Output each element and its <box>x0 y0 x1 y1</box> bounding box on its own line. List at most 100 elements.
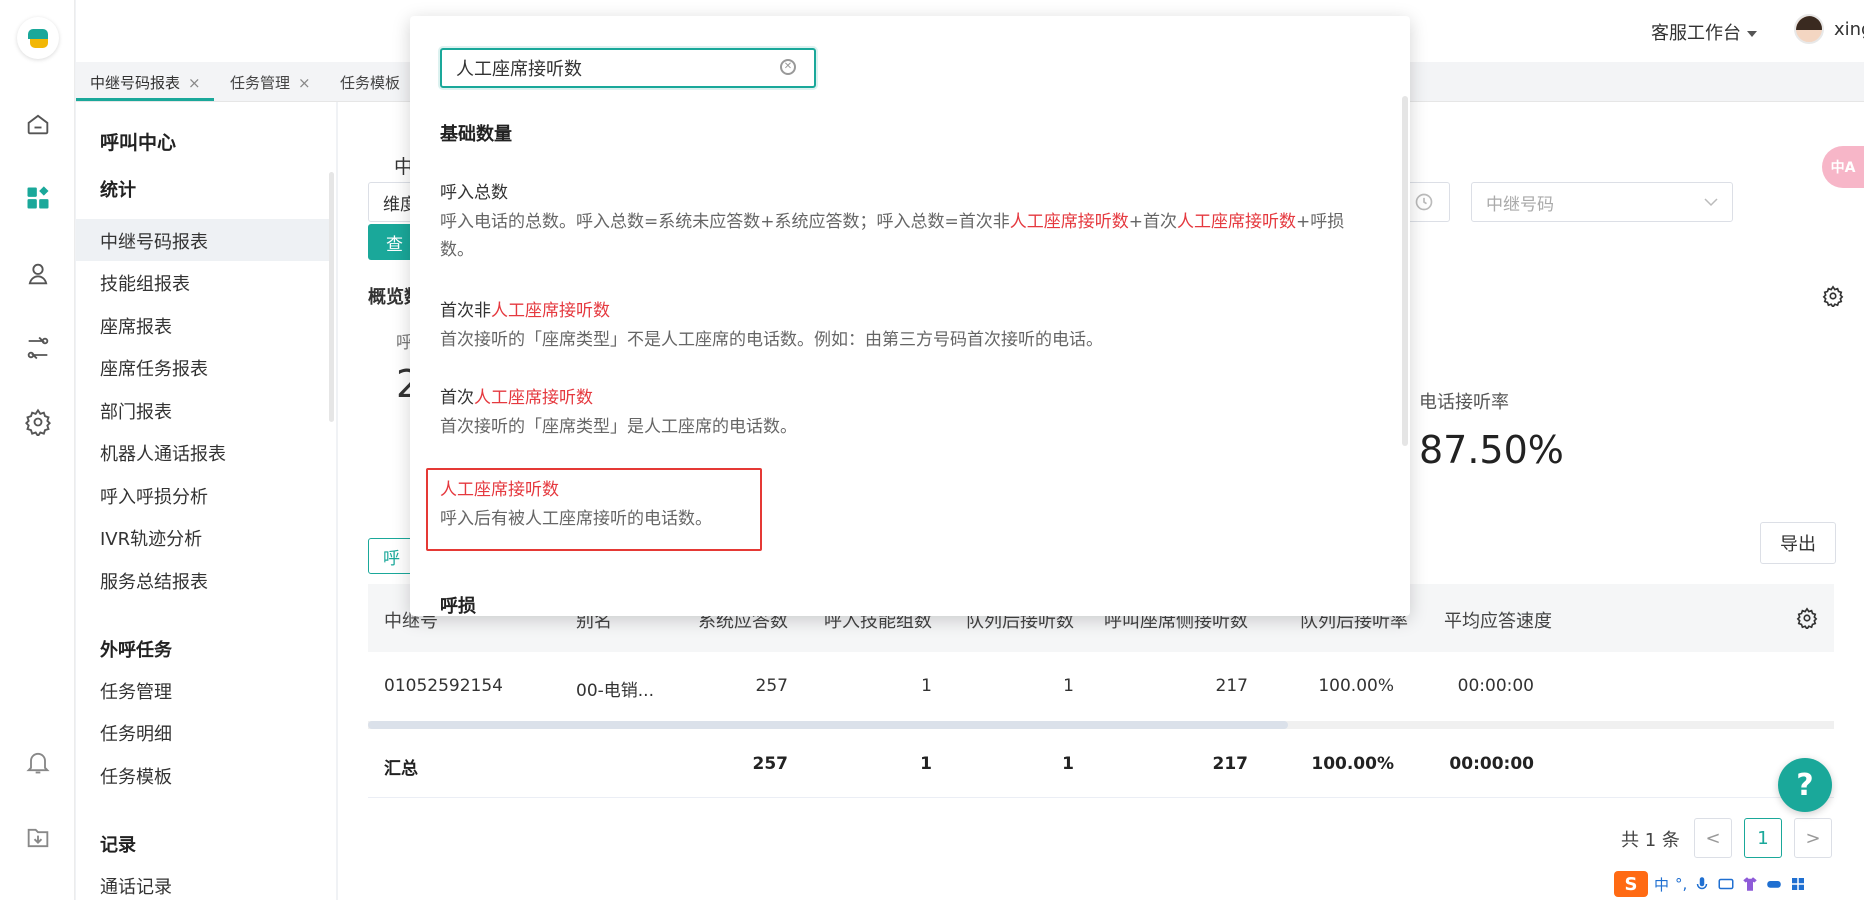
ime-punctuation[interactable]: °, <box>1675 875 1687 893</box>
summary-cell: 217 <box>1212 754 1249 774</box>
tab-label: 任务管理 <box>230 74 291 92</box>
close-icon[interactable]: × <box>298 74 311 92</box>
popup-arrow <box>437 16 457 26</box>
table-cell: 00-电销... <box>576 681 654 701</box>
active-tab-indicator <box>76 98 214 101</box>
column-header: 平均应答速度 <box>1444 611 1552 632</box>
section-title: 基础数量 <box>440 124 512 145</box>
tab-trunk-report[interactable]: 中继号码报表 × <box>90 72 201 93</box>
table-cell: 100.00% <box>1318 676 1394 696</box>
download-folder-icon[interactable] <box>22 822 54 854</box>
sidebar-item-department-report[interactable]: 部门报表 <box>100 398 172 424</box>
next-page-button[interactable]: > <box>1794 818 1832 858</box>
answer-rate-label: 电话接听率 <box>1419 392 1509 413</box>
bell-icon[interactable] <box>22 746 54 778</box>
popup-scrollbar[interactable] <box>1402 96 1408 446</box>
table-cell: 217 <box>1215 676 1248 696</box>
sidebar-menu: 呼叫中心 统计 中继号码报表 技能组报表 座席报表 座席任务报表 部门报表 机器… <box>76 102 336 900</box>
workspace-dropdown[interactable]: 客服工作台 <box>1651 19 1757 45</box>
sidebar-item-agent-report[interactable]: 座席报表 <box>100 313 172 339</box>
microphone-icon[interactable] <box>1693 875 1711 893</box>
table-cell: 257 <box>755 676 788 696</box>
app-logo[interactable] <box>17 17 59 59</box>
sidebar-title: 呼叫中心 <box>100 132 177 154</box>
left-rail <box>0 0 75 900</box>
export-button[interactable]: 导出 <box>1760 522 1836 564</box>
metric-search-popup: 人工座席接听数 ✕ 基础数量 呼入总数 呼入电话的总数。呼入总数=系统未应答数+… <box>410 16 1410 616</box>
settings-icon[interactable] <box>22 406 54 438</box>
table-horizontal-scrollbar[interactable] <box>368 721 1834 729</box>
keyboard-icon[interactable] <box>1717 875 1735 893</box>
prev-page-button[interactable]: < <box>1694 818 1732 858</box>
table-cell: 1 <box>921 676 932 696</box>
sidebar-item-task-template[interactable]: 任务模板 <box>100 763 172 789</box>
search-value: 人工座席接听数 <box>456 59 582 80</box>
help-button[interactable]: ? <box>1778 758 1832 812</box>
sidebar-item-robot-call-report[interactable]: 机器人通话报表 <box>100 440 226 466</box>
sidebar-item-skill-group-report[interactable]: 技能组报表 <box>100 270 190 296</box>
answer-rate-value: 87.50% <box>1419 428 1564 472</box>
sidebar-item-task-detail[interactable]: 任务明细 <box>100 720 172 746</box>
clear-icon[interactable]: ✕ <box>780 59 796 75</box>
table-cell: 01052592154 <box>384 676 503 696</box>
shirt-icon[interactable] <box>1741 875 1759 893</box>
menu-group-stats: 统计 <box>100 180 136 201</box>
grid-icon[interactable] <box>1789 875 1807 893</box>
trunk-select-placeholder: 中继号码 <box>1486 194 1554 215</box>
sidebar-scrollbar[interactable] <box>329 172 334 422</box>
inbound-tab-label: 呼 <box>383 548 400 569</box>
metric-item-desc: 首次接听的「座席类型」是人工座席的电话数。 <box>440 417 797 437</box>
ime-logo-icon[interactable]: S <box>1614 871 1648 897</box>
highlight-box <box>426 468 762 551</box>
sidebar-item-ivr-trace[interactable]: IVR轨迹分析 <box>100 525 202 551</box>
translate-button[interactable]: 中A <box>1822 146 1864 188</box>
page-button-current[interactable]: 1 <box>1744 818 1782 858</box>
summary-cell: 1 <box>1062 754 1074 774</box>
trunk-number-select[interactable]: 中继号码 <box>1471 182 1733 222</box>
menu-group-records: 记录 <box>100 835 136 856</box>
table-row: 01052592154 00-电销... 257 1 1 217 100.00%… <box>368 652 1834 722</box>
tab-task-management[interactable]: 任务管理 × <box>230 72 311 93</box>
tab-task-template[interactable]: 任务模板 <box>340 72 400 93</box>
tab-label: 中继号码报表 <box>90 74 181 92</box>
sidebar-item-call-records[interactable]: 通话记录 <box>100 873 172 899</box>
tab-label: 任务模板 <box>340 74 401 92</box>
workspace-label: 客服工作台 <box>1651 23 1741 44</box>
chevron-down-icon <box>1747 31 1757 37</box>
sidebar-item-task-management[interactable]: 任务管理 <box>100 678 172 704</box>
gamepad-icon[interactable] <box>1765 875 1783 893</box>
scrollbar-thumb[interactable] <box>368 721 1288 729</box>
menu-group-outbound: 外呼任务 <box>100 640 172 661</box>
dashboard-icon[interactable] <box>22 182 54 214</box>
section-title-next: 呼损 <box>440 596 476 616</box>
summary-cell: 257 <box>752 754 789 774</box>
table-summary-row: 汇总 257 1 1 217 100.00% 00:00:00 <box>368 730 1834 798</box>
system-tray: S 中 °, <box>1610 868 1864 900</box>
column-settings-gear-icon[interactable] <box>1796 607 1818 629</box>
user-menu[interactable]: xingze <box>1794 14 1864 44</box>
metric-item-title[interactable]: 首次非人工座席接听数 <box>440 296 610 321</box>
table-cell: 1 <box>1063 676 1074 696</box>
summary-cell: 1 <box>920 754 932 774</box>
summary-cell: 00:00:00 <box>1449 754 1534 774</box>
sidebar-item-inbound-loss[interactable]: 呼入呼损分析 <box>100 483 208 509</box>
metric-search-input[interactable]: 人工座席接听数 <box>440 48 816 88</box>
contacts-icon[interactable] <box>22 258 54 290</box>
metric-item-desc: 首次接听的「座席类型」不是人工座席的电话数。例如：由第三方号码首次接听的电话。 <box>440 330 1103 350</box>
table-cell: 00:00:00 <box>1457 676 1534 696</box>
summary-label: 汇总 <box>384 759 418 779</box>
metric-item-title[interactable]: 呼入总数 <box>440 178 508 203</box>
sidebar-item-agent-task-report[interactable]: 座席任务报表 <box>100 355 208 381</box>
gear-icon[interactable] <box>1822 285 1844 307</box>
home-icon[interactable] <box>22 108 54 140</box>
avatar <box>1794 14 1824 44</box>
routing-icon[interactable] <box>22 332 54 364</box>
metric-item-desc: 呼入电话的总数。呼入总数=系统未应答数+系统应答数；呼入总数=首次非人工座席接听… <box>440 212 1345 260</box>
ime-language[interactable]: 中 <box>1654 874 1669 895</box>
chevron-down-icon <box>1704 198 1718 207</box>
sidebar-item-trunk-report[interactable]: 中继号码报表 <box>100 228 208 254</box>
close-icon[interactable]: × <box>188 74 201 92</box>
metric-item-title[interactable]: 首次人工座席接听数 <box>440 383 593 408</box>
pager-total: 共 1 条 <box>1621 830 1680 851</box>
sidebar-item-service-summary[interactable]: 服务总结报表 <box>100 568 208 594</box>
